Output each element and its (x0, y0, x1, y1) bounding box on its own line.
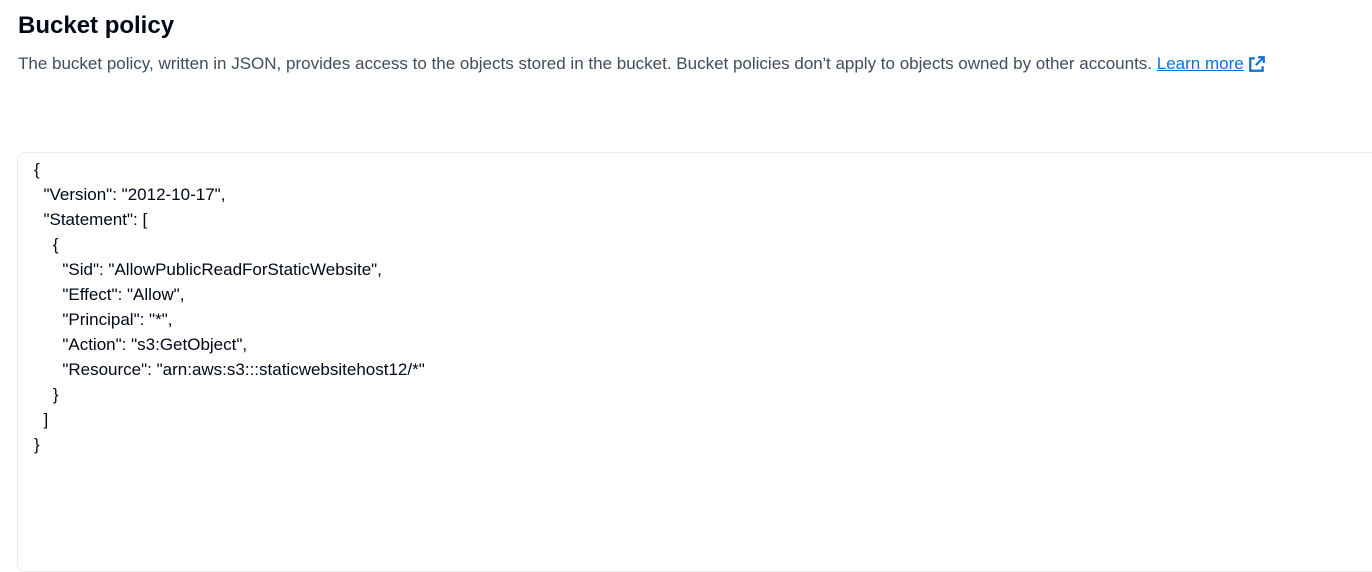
page-title: Bucket policy (18, 12, 175, 39)
policy-description: The bucket policy, written in JSON, prov… (18, 52, 1372, 76)
description-text: The bucket policy, written in JSON, prov… (18, 54, 1153, 73)
learn-more-link[interactable]: Learn more (1157, 52, 1266, 76)
learn-more-label: Learn more (1156, 54, 1244, 73)
policy-json-text[interactable]: { "Version": "2012-10-17", "Statement": … (34, 157, 425, 457)
external-link-icon (1248, 56, 1265, 72)
policy-editor[interactable]: { "Version": "2012-10-17", "Statement": … (17, 152, 1372, 572)
bucket-policy-header: Bucket policy The bucket policy, written… (18, 10, 1372, 76)
